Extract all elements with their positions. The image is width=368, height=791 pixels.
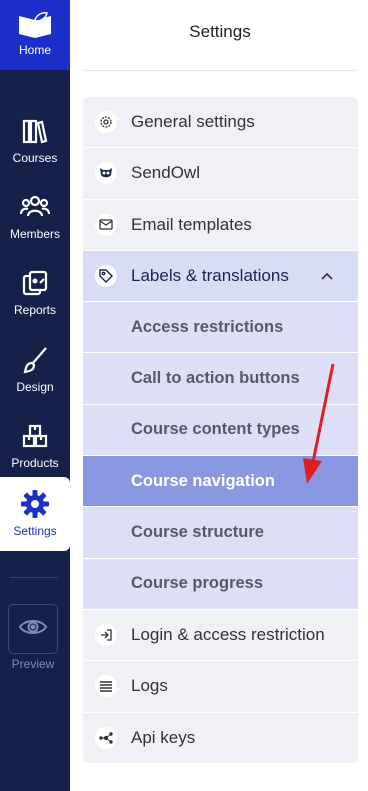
menu-label: Api keys <box>131 727 196 747</box>
chevron-up-icon[interactable] <box>320 269 334 288</box>
rail-item-design[interactable]: Design <box>0 333 70 407</box>
submenu-label: Course navigation <box>131 471 275 490</box>
rail-label-members: Members <box>9 227 60 241</box>
menu-item-api-keys[interactable]: Api keys <box>83 713 358 764</box>
books-icon <box>21 115 49 147</box>
menu-label: Login & access restriction <box>131 625 325 645</box>
submenu-label: Access restrictions <box>131 317 284 336</box>
reports-icon <box>21 267 49 299</box>
login-icon <box>95 624 117 647</box>
menu-item-email-templates[interactable]: Email templates <box>83 200 358 251</box>
left-rail: Home Courses Members Reports Design Prod… <box>0 0 70 791</box>
menu-item-login-access-restriction[interactable]: Login & access restriction <box>83 610 358 662</box>
rail-item-members[interactable]: Members <box>0 180 70 254</box>
members-icon <box>20 191 50 223</box>
rail-label-courses: Courses <box>12 151 58 165</box>
rail-item-reports[interactable]: Reports <box>0 256 70 330</box>
menu-label: SendOwl <box>131 163 200 183</box>
submenu-label: Call to action buttons <box>131 369 300 388</box>
submenu-label: Course content types <box>131 420 300 439</box>
eye-icon <box>18 617 48 642</box>
list-icon <box>95 675 117 698</box>
book-leaf-icon <box>15 10 55 40</box>
submenu-item-course-structure[interactable]: Course structure <box>83 507 358 559</box>
submenu-item-access-restrictions[interactable]: Access restrictions <box>83 302 358 354</box>
rail-label-settings: Settings <box>13 524 57 538</box>
rail-item-settings[interactable]: Settings <box>0 477 70 551</box>
menu-label: Email templates <box>131 214 252 234</box>
preview-label: Preview <box>11 657 55 671</box>
submenu-label: Course structure <box>131 523 264 542</box>
rail-label-reports: Reports <box>13 303 57 317</box>
envelope-icon <box>95 213 117 236</box>
rail-divider <box>10 577 58 578</box>
submenu-item-course-progress[interactable]: Course progress <box>83 558 358 610</box>
home-button[interactable]: Home <box>0 0 70 70</box>
submenu-label: Course progress <box>131 574 264 593</box>
panel-divider <box>82 70 358 71</box>
home-label: Home <box>18 43 51 57</box>
rail-item-products[interactable]: Products <box>0 409 70 483</box>
menu-item-sendowl[interactable]: SendOwl <box>83 148 358 200</box>
nodes-icon <box>95 726 117 749</box>
tag-icon <box>95 265 117 288</box>
menu-item-general-settings[interactable]: General settings <box>83 97 358 149</box>
rail-item-courses[interactable]: Courses <box>0 104 70 178</box>
submenu-item-call-to-action-buttons[interactable]: Call to action buttons <box>83 353 358 405</box>
preview-button[interactable] <box>8 604 58 654</box>
gear-icon <box>20 488 50 520</box>
rail-label-design: Design <box>16 380 54 394</box>
boxes-icon <box>21 420 49 452</box>
rail-label-products: Products <box>11 456 59 470</box>
owl-icon <box>95 162 117 185</box>
menu-label: Labels & translations <box>131 266 289 286</box>
settings-menu: General settings SendOwl Email templates… <box>83 97 358 764</box>
menu-label: Logs <box>131 676 168 696</box>
menu-item-logs[interactable]: Logs <box>83 661 358 713</box>
panel-title: Settings <box>189 22 251 41</box>
submenu-item-course-navigation[interactable]: Course navigation <box>83 456 358 508</box>
menu-label: General settings <box>131 112 255 132</box>
paintbrush-icon <box>21 344 49 376</box>
menu-item-labels-translations[interactable]: Labels & translations <box>83 250 358 303</box>
gear-icon <box>95 111 117 134</box>
submenu-item-course-content-types[interactable]: Course content types <box>83 404 358 457</box>
